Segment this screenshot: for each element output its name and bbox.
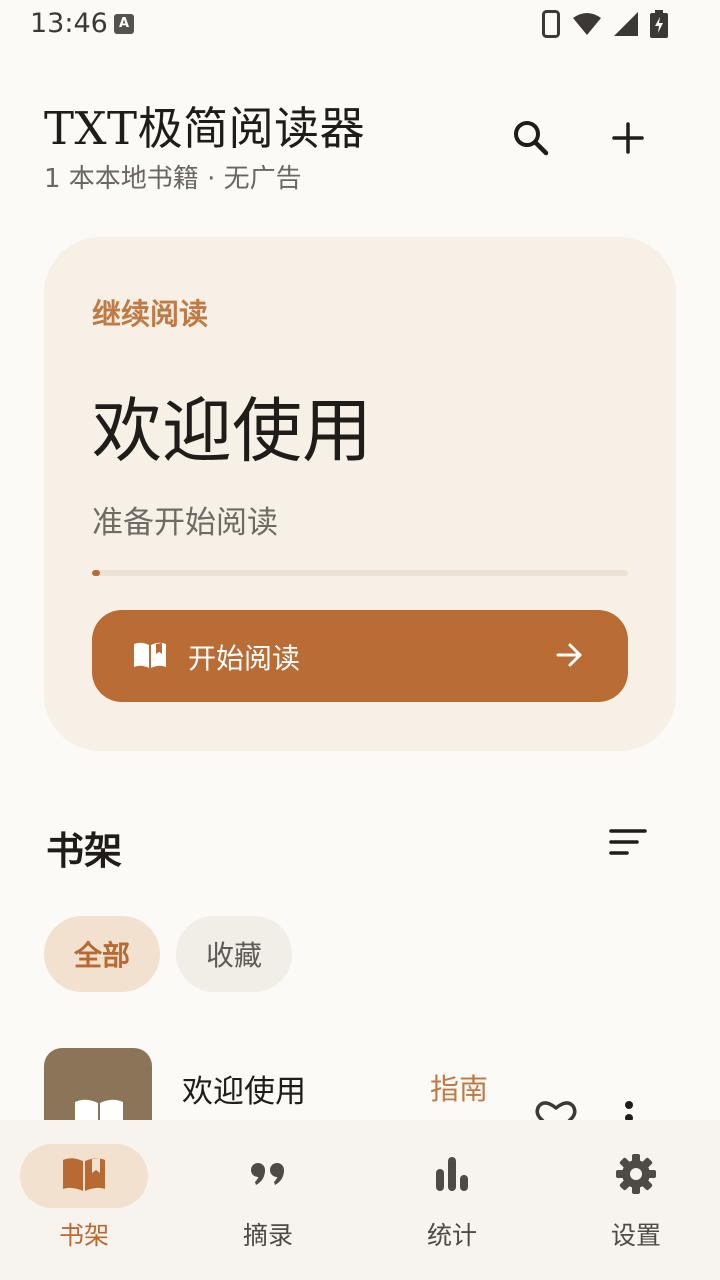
wifi-icon <box>572 12 602 40</box>
battery-charging-icon <box>650 10 668 42</box>
nav-label-quotes: 摘录 <box>242 1221 293 1250</box>
plus-icon <box>612 122 644 158</box>
current-book-title: 欢迎使用 <box>92 390 372 472</box>
search-icon <box>512 119 550 161</box>
nav-item-quotes[interactable]: 摘录 <box>184 1120 364 1280</box>
sort-button[interactable] <box>600 816 656 872</box>
phone-icon <box>542 10 560 42</box>
add-book-button[interactable] <box>600 112 656 168</box>
shelf-section-title: 书架 <box>46 829 123 873</box>
nav-item-settings[interactable]: 设置 <box>552 1120 720 1280</box>
app-screen: 13:46 A TXT极简阅读器 1 本本地书籍 · 无广告 继续阅读 欢迎使用… <box>0 0 720 1280</box>
notification-a-icon: A <box>114 14 134 34</box>
continue-reading-label: 继续阅读 <box>92 297 209 331</box>
filter-chip-all[interactable]: 全部 <box>44 916 160 992</box>
start-reading-label: 开始阅读 <box>188 642 301 675</box>
nav-label-stats: 统计 <box>426 1221 477 1250</box>
status-bar: 13:46 A <box>0 0 720 48</box>
app-subtitle: 1 本本地书籍 · 无广告 <box>44 164 302 194</box>
start-reading-button[interactable]: 开始阅读 <box>92 610 628 702</box>
app-title: TXT极简阅读器 <box>44 102 366 155</box>
open-book-icon <box>132 640 168 674</box>
nav-icon-container <box>20 1144 148 1208</box>
quote-icon <box>250 1162 286 1190</box>
filter-chip-favorites[interactable]: 收藏 <box>176 916 292 992</box>
continue-reading-card[interactable]: 继续阅读 欢迎使用 准备开始阅读 开始阅读 <box>44 237 676 751</box>
arrow-right-icon <box>556 642 584 672</box>
bottom-navigation: 书架 摘录 统计 设置 <box>0 1120 720 1280</box>
reading-progress-fill <box>92 570 101 576</box>
nav-item-stats[interactable]: 统计 <box>368 1120 548 1280</box>
search-button[interactable] <box>503 112 559 168</box>
nav-icon-container <box>572 1144 700 1208</box>
nav-icon-container <box>204 1144 332 1208</box>
nav-icon-container <box>388 1144 516 1208</box>
nav-label-shelf: 书架 <box>58 1221 109 1250</box>
gear-icon <box>615 1153 657 1199</box>
open-book-icon <box>61 1155 107 1197</box>
status-time: 13:46 <box>30 8 108 39</box>
nav-label-settings: 设置 <box>610 1221 661 1250</box>
book-title: 欢迎使用 <box>182 1074 306 1110</box>
bar-chart-icon <box>435 1157 469 1195</box>
book-tag: 指南 <box>430 1072 489 1106</box>
status-icons <box>542 10 668 42</box>
signal-icon <box>614 12 638 40</box>
sort-icon <box>609 828 647 860</box>
reading-status-text: 准备开始阅读 <box>92 505 278 541</box>
reading-progress-bar <box>92 570 628 576</box>
nav-item-shelf[interactable]: 书架 <box>0 1120 180 1280</box>
